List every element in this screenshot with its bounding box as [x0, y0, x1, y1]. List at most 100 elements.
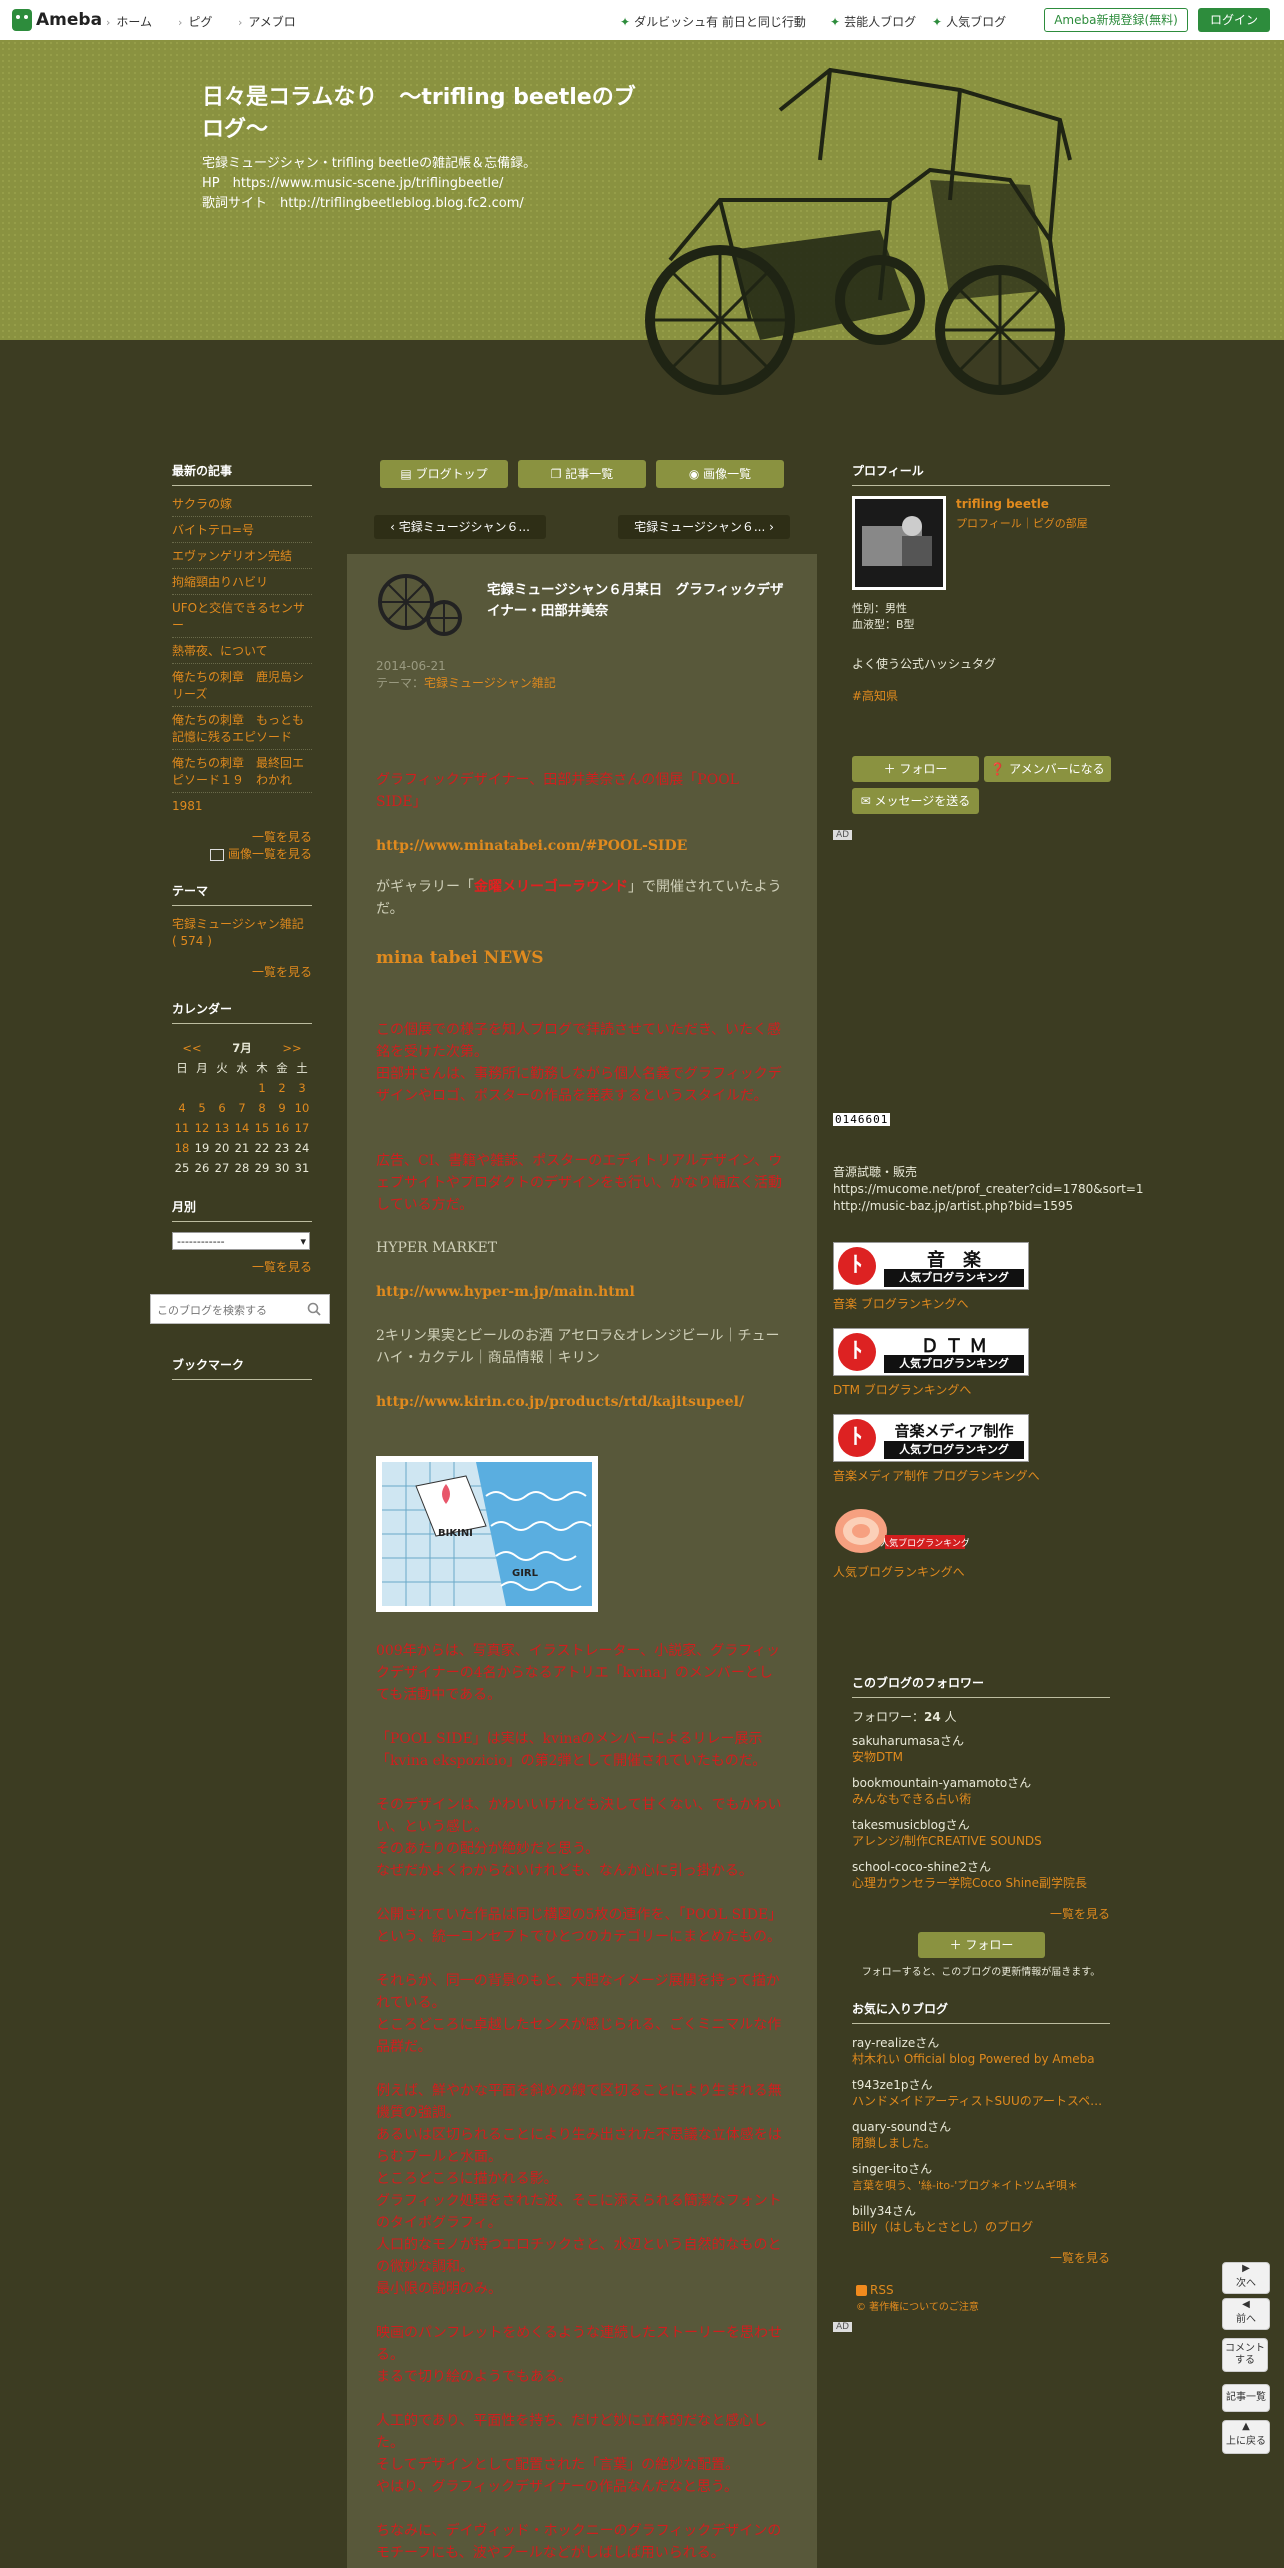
calendar-day[interactable]: 5: [192, 1098, 212, 1118]
news-link[interactable]: ✦ ダルビッシュ有 前日と同じ行動: [620, 13, 806, 30]
favorite-name[interactable]: ray-realizeさん: [852, 2035, 939, 2052]
favorite-blog-link[interactable]: ハンドメイドアーティストSUUのアートスペ…: [852, 2093, 1102, 2110]
calendar-day[interactable]: 6: [212, 1098, 232, 1118]
music-ranking-link[interactable]: 音楽 ブログランキングへ: [833, 1296, 968, 1313]
calendar-day[interactable]: 14: [232, 1118, 252, 1138]
rss-link[interactable]: RSS: [856, 2282, 894, 2299]
comment-button[interactable]: コメントする: [1222, 2338, 1268, 2372]
calendar-day[interactable]: 3: [292, 1078, 312, 1098]
external-link[interactable]: http://www.hyper-m.jp/main.html: [376, 1281, 786, 1303]
back-to-top-button[interactable]: ▲ 上に戻る: [1222, 2420, 1270, 2454]
post-theme-link[interactable]: 宅録ミュージシャン雑記: [424, 676, 556, 690]
music-text-line[interactable]: https://mucome.net/prof_creater?cid=1780…: [833, 1181, 1144, 1198]
bikini-girl-artwork-image[interactable]: BIKINI GIRL: [376, 1456, 598, 1612]
recent-see-all-link[interactable]: 一覧を見る: [172, 828, 312, 845]
follower-name[interactable]: takesmusicblogさん: [852, 1817, 970, 1834]
dtm-ranking-link[interactable]: DTM ブログランキングへ: [833, 1382, 971, 1399]
popular-ranking-link[interactable]: 人気ブログランキングへ: [833, 1564, 965, 1581]
follow-button-secondary[interactable]: ＋ フォロー: [918, 1932, 1045, 1958]
prev-post-button[interactable]: ‹ 宅録ミュージシャン６...: [374, 515, 546, 539]
favorite-blog-link[interactable]: 言葉を唄う、'絲-ito-'ブログ＊イトツムギ唄＊: [852, 2177, 1078, 2194]
recent-post-link[interactable]: 拘縮頸由りハビリ: [172, 574, 312, 591]
nav-ameblo-link[interactable]: › アメブロ: [238, 13, 296, 30]
calendar-day[interactable]: 2: [272, 1078, 292, 1098]
recent-post-link[interactable]: 1981: [172, 798, 312, 815]
music-text-line[interactable]: http://music-baz.jp/artist.php?bid=1595: [833, 1198, 1073, 1215]
follower-name[interactable]: bookmountain-yamamotoさん: [852, 1775, 1031, 1792]
favorite-blog-link[interactable]: 閉鎖しました。: [852, 2135, 936, 2152]
calendar-day[interactable]: 9: [272, 1098, 292, 1118]
calendar-day[interactable]: 7: [232, 1098, 252, 1118]
follower-blog-link[interactable]: 安物DTM: [852, 1749, 903, 1766]
follower-name[interactable]: sakuharumasaさん: [852, 1733, 964, 1750]
followers-see-all-link[interactable]: 一覧を見る: [960, 1905, 1110, 1922]
profile-avatar[interactable]: [852, 496, 946, 590]
recent-post-link[interactable]: エヴァンゲリオン完結: [172, 548, 312, 565]
blog-search-input[interactable]: [155, 1299, 299, 1321]
calendar-day[interactable]: 12: [192, 1118, 212, 1138]
image-list-button[interactable]: ◉ 画像一覧: [656, 460, 784, 488]
nav-home-link[interactable]: › ホーム: [106, 13, 152, 30]
calendar-day[interactable]: 17: [292, 1118, 312, 1138]
calendar-day[interactable]: 1: [252, 1078, 272, 1098]
recent-post-link[interactable]: 俺たちの刺章 最終回エピソード１９ わかれ: [172, 755, 312, 789]
popular-blog-link[interactable]: ✦ 人気ブログ: [932, 13, 1006, 30]
recent-post-link[interactable]: サクラの嫁: [172, 496, 312, 513]
music-media-ranking-banner[interactable]: ﾄ 音楽メディア制作 人気ブログランキング: [833, 1414, 1029, 1462]
next-post-button[interactable]: 宅録ミュージシャン６... ›: [618, 515, 790, 539]
post-list-button[interactable]: ❐ 記事一覧: [518, 460, 646, 488]
celebrity-blog-link[interactable]: ✦ 芸能人ブログ: [830, 13, 916, 30]
news-heading[interactable]: mina tabei NEWS: [376, 947, 786, 969]
blog-title[interactable]: 日々是コラムなり ～trifling beetleのブログ～: [202, 82, 642, 146]
send-message-button[interactable]: ✉ メッセージを送る: [852, 788, 979, 814]
calendar-day[interactable]: 8: [252, 1098, 272, 1118]
favorite-name[interactable]: t943ze1pさん: [852, 2077, 933, 2094]
ameba-logo[interactable]: Ameba: [12, 8, 102, 32]
follower-blog-link[interactable]: 心理カウンセラー学院Coco Shine副学院長: [852, 1875, 1087, 1892]
calendar-day[interactable]: 4: [172, 1098, 192, 1118]
calendar-day[interactable]: 13: [212, 1118, 232, 1138]
ranking-cake-banner[interactable]: 人気ブログランキング: [833, 1503, 969, 1555]
calendar-next-link[interactable]: >>: [272, 1038, 312, 1058]
blog-top-button[interactable]: ▤ ブログトップ: [380, 460, 508, 488]
copyright-notice-link[interactable]: © 著作権についてのご注意: [856, 2299, 979, 2316]
profile-name-link[interactable]: trifling beetle: [956, 496, 1049, 513]
favorite-name[interactable]: quary-soundさん: [852, 2119, 951, 2136]
calendar-day[interactable]: 18: [172, 1138, 192, 1158]
theme-see-all-link[interactable]: 一覧を見る: [172, 963, 312, 980]
calendar-day[interactable]: 10: [292, 1098, 312, 1118]
register-button[interactable]: Ameba新規登録(無料): [1044, 8, 1188, 32]
search-icon[interactable]: [307, 1302, 321, 1316]
favorite-blog-link[interactable]: 村木れい Official blog Powered by Ameba: [852, 2051, 1095, 2068]
month-select[interactable]: ------------ ▾: [172, 1232, 310, 1250]
recent-post-link[interactable]: 俺たちの刺章 もっとも記憶に残るエピソード: [172, 712, 312, 746]
calendar-day[interactable]: 16: [272, 1118, 292, 1138]
nav-pigg-link[interactable]: › ピグ: [178, 13, 212, 30]
external-link[interactable]: http://www.minatabei.com/#POOL-SIDE: [376, 835, 786, 857]
external-link[interactable]: http://www.kirin.co.jp/products/rtd/kaji…: [376, 1391, 786, 1413]
prev-button[interactable]: ◀ 前へ: [1222, 2298, 1270, 2330]
calendar-prev-link[interactable]: <<: [172, 1038, 212, 1058]
music-ranking-banner[interactable]: ﾄ 音 楽 人気ブログランキング: [833, 1242, 1029, 1290]
next-button[interactable]: ▶ 次へ: [1222, 2262, 1270, 2294]
calendar-day[interactable]: 11: [172, 1118, 192, 1138]
profile-links[interactable]: プロフィール｜ピグの部屋: [956, 515, 1088, 532]
recent-post-link[interactable]: バイトテロ=号: [172, 522, 312, 539]
follow-button[interactable]: ＋ フォロー: [852, 756, 979, 782]
follower-name[interactable]: school-coco-shine2さん: [852, 1859, 991, 1876]
follower-blog-link[interactable]: みんなもできる占い術: [852, 1791, 971, 1808]
follower-blog-link[interactable]: アレンジ/制作CREATIVE SOUNDS: [852, 1833, 1042, 1850]
gallery-link[interactable]: 金曜メリーゴーラウンド: [474, 879, 628, 895]
amember-button[interactable]: ❓ アメンバーになる: [984, 756, 1111, 782]
music-media-ranking-link[interactable]: 音楽メディア制作 ブログランキングへ: [833, 1468, 1040, 1485]
post-title[interactable]: 宅録ミュージシャン６月某日 グラフィックデザイナー・田部井美奈: [487, 580, 787, 622]
recent-post-link[interactable]: 俺たちの刺章 鹿児島シリーズ: [172, 669, 312, 703]
theme-link[interactable]: 宅録ミュージシャン雑記 ( 574 ): [172, 916, 312, 950]
recent-post-link[interactable]: UFOと交信できるセンサー: [172, 600, 312, 634]
image-list-link[interactable]: 画像一覧を見る: [172, 845, 312, 862]
dtm-ranking-banner[interactable]: ﾄ Ｄ Ｔ Ｍ 人気ブログランキング: [833, 1328, 1029, 1376]
login-button[interactable]: ログイン: [1198, 8, 1270, 32]
favorite-name[interactable]: billy34さん: [852, 2203, 916, 2220]
archive-see-all-link[interactable]: 一覧を見る: [172, 1258, 312, 1275]
favorite-name[interactable]: singer-itoさん: [852, 2161, 932, 2178]
